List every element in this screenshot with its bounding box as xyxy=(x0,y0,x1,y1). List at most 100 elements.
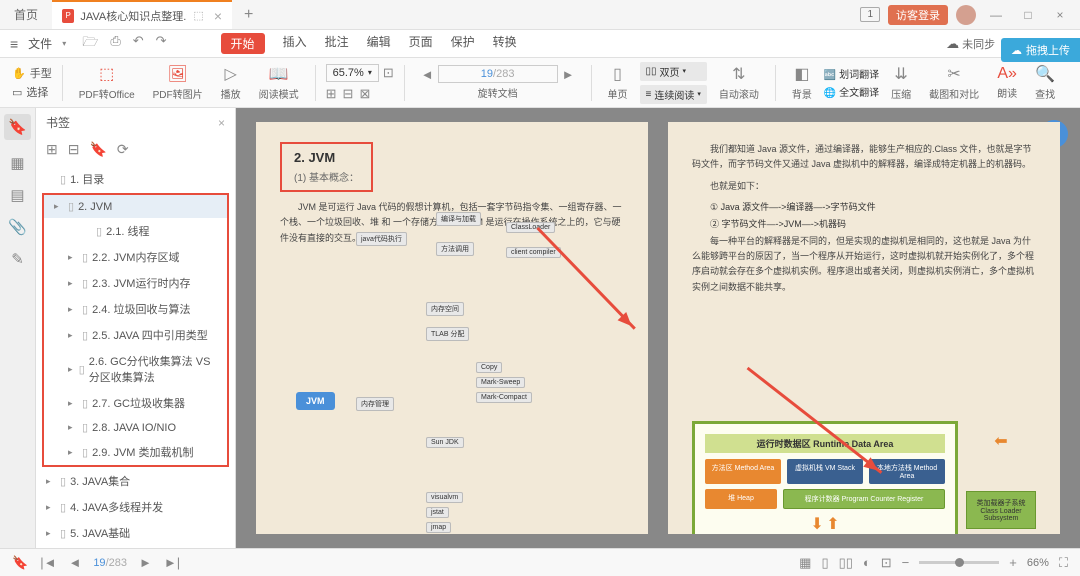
avatar[interactable] xyxy=(956,5,976,25)
tab-annotate[interactable]: 批注 xyxy=(325,33,349,54)
zoom-in[interactable]: + xyxy=(1009,555,1017,570)
bookmark-item[interactable]: ▯2.1. 线程 xyxy=(44,218,227,244)
sb-view-2[interactable]: ▯ xyxy=(821,555,828,571)
pdf-to-image[interactable]: 🖼PDF转图片 xyxy=(147,64,209,101)
bm-tool-4[interactable]: ⟳ xyxy=(117,141,129,158)
sb-bookmark[interactable]: 🔖 xyxy=(12,555,28,571)
sb-view-3[interactable]: ▯▯ xyxy=(839,555,853,571)
bookmark-icon[interactable]: 🔖 xyxy=(4,114,31,140)
play-button[interactable]: ▷播放 xyxy=(215,64,247,101)
tab-start[interactable]: 开始 xyxy=(221,33,265,54)
full-translate[interactable]: 🌐 全文翻译 xyxy=(824,84,879,99)
bookmark-item[interactable]: ▸▯4. JAVA多线程并发 xyxy=(36,494,235,520)
sb-prev[interactable]: ◄ xyxy=(68,555,81,570)
tab-count[interactable]: 1 xyxy=(860,7,880,22)
bookmark-item[interactable]: ▸▯2.3. JVM运行时内存 xyxy=(44,270,227,296)
bookmark-item[interactable]: ▸▯2.6. GC分代收集算法 VS 分区收集算法 xyxy=(44,348,227,390)
print-icon[interactable]: ⎙ xyxy=(110,33,120,55)
ribbon: ☁拖拽上传 ✋手型 ▭选择 ⬚PDF转Office 🖼PDF转图片 ▷播放 📖阅… xyxy=(0,58,1080,108)
crop-compare[interactable]: ✂截图和对比 xyxy=(923,64,985,101)
close-button[interactable]: × xyxy=(1048,8,1072,22)
fit-page-icon[interactable]: ⊠ xyxy=(359,86,370,102)
actual-size-icon[interactable]: ⊞ xyxy=(326,86,337,102)
bookmark-list: ▯1. 目录▸▯2. JVM▯2.1. 线程▸▯2.2. JVM内存区域▸▯2.… xyxy=(36,162,235,548)
bookmark-item[interactable]: ▸▯2.8. JAVA IO/NIO xyxy=(44,416,227,439)
tab-insert[interactable]: 插入 xyxy=(283,33,307,54)
thumbnail-icon[interactable]: ▦ xyxy=(10,154,24,172)
zoom-select[interactable]: 65.7%▾ xyxy=(326,64,379,82)
bookmark-item[interactable]: ▸▯6. Spring 原理 xyxy=(36,546,235,548)
tab-sync-icon[interactable]: ⬚ xyxy=(193,9,203,22)
paragraph: 每一种平台的解释器是不同的，但是实现的虚拟机是相同的，这也就是 Java 为什么… xyxy=(692,234,1036,295)
sub-heading: (1) 基本概念： xyxy=(294,169,359,184)
zoom-out[interactable]: − xyxy=(902,555,910,570)
select-tool[interactable]: ▭选择 xyxy=(12,84,52,100)
new-tab-button[interactable]: + xyxy=(232,6,265,24)
home-tab[interactable]: 首页 xyxy=(0,0,52,29)
sb-fullscreen[interactable]: ⛶ xyxy=(1059,555,1068,571)
main-area: 🔖 ▦ ▤ 📎 ✎ 书签 × ⊞ ⊟ 🔖 ⟳ ▯1. 目录 ▸▯2. JVM▯2.… xyxy=(0,108,1080,548)
sb-last[interactable]: ►| xyxy=(164,555,180,570)
bookmark-item[interactable]: ▸▯2.9. JVM 类加载机制 xyxy=(44,439,227,465)
bookmark-title: 书签 xyxy=(46,114,70,131)
bm-tool-2[interactable]: ⊟ xyxy=(68,141,80,158)
tab-title: JAVA核心知识点整理.pdf xyxy=(80,8,187,24)
pdf-to-office[interactable]: ⬚PDF转Office xyxy=(73,64,141,101)
bookmark-item[interactable]: ▸▯2. JVM xyxy=(44,195,227,218)
read-mode[interactable]: 📖阅读模式 xyxy=(253,64,305,101)
attachment-icon[interactable]: 📎 xyxy=(8,218,27,236)
unsync-label[interactable]: ☁ 未同步 xyxy=(946,36,995,52)
redo-icon[interactable]: ↷ xyxy=(156,33,167,55)
sb-view-4[interactable]: ◐ xyxy=(863,555,871,570)
word-translate[interactable]: 🔤 划词翻译 xyxy=(824,66,879,81)
minimize-button[interactable]: — xyxy=(984,8,1008,22)
sb-first[interactable]: |◄ xyxy=(40,555,56,570)
tab-protect[interactable]: 保护 xyxy=(451,33,475,54)
bm-tool-3[interactable]: 🔖 xyxy=(89,141,106,158)
document-tab[interactable]: P JAVA核心知识点整理.pdf ⬚ × xyxy=(52,0,232,29)
panel-close[interactable]: × xyxy=(218,116,225,130)
read-aloud[interactable]: A»朗读 xyxy=(991,65,1023,100)
zoom-value[interactable]: 66% xyxy=(1027,557,1049,569)
continuous-read[interactable]: ≡连续阅读▾ xyxy=(640,85,707,104)
sb-page[interactable]: 19/283 xyxy=(93,557,127,569)
sb-view-1[interactable]: ▦ xyxy=(799,555,811,571)
bookmark-item[interactable]: ▯1. 目录 xyxy=(36,166,235,192)
menu-icon[interactable]: ≡ xyxy=(10,36,18,52)
outline-icon[interactable]: ▤ xyxy=(10,186,24,204)
bookmark-item[interactable]: ▸▯2.7. GC垃圾收集器 xyxy=(44,390,227,416)
bookmark-item[interactable]: ▸▯2.5. JAVA 四中引用类型 xyxy=(44,322,227,348)
compress[interactable]: ⇊压缩 xyxy=(885,64,917,101)
maximize-button[interactable]: □ xyxy=(1016,8,1040,22)
bookmark-item[interactable]: ▸▯5. JAVA基础 xyxy=(36,520,235,546)
tab-page[interactable]: 页面 xyxy=(409,33,433,54)
fit-width-icon[interactable]: ⊟ xyxy=(343,86,354,102)
undo-icon[interactable]: ↶ xyxy=(133,33,144,55)
bookmark-item[interactable]: ▸▯3. JAVA集合 xyxy=(36,468,235,494)
signature-icon[interactable]: ✎ xyxy=(11,250,24,268)
hand-tool[interactable]: ✋手型 xyxy=(12,65,52,81)
bookmark-item[interactable]: ▸▯2.4. 垃圾回收与算法 xyxy=(44,296,227,322)
sb-next[interactable]: ► xyxy=(139,555,152,570)
file-menu[interactable]: 文件 xyxy=(28,35,52,52)
sb-fit[interactable]: ⊡ xyxy=(881,555,892,571)
document-viewport[interactable]: ☰ 2. JVM (1) 基本概念： JVM 是可运行 Java 代码的假想计算… xyxy=(236,108,1080,548)
rotate-doc[interactable]: ◄ 19/283 ► 旋转文档 xyxy=(415,65,581,100)
zoom-slider[interactable] xyxy=(919,561,999,564)
rt-loader: 类加载器子系统 Class Loader Subsystem xyxy=(966,491,1036,529)
find[interactable]: 🔍查找 xyxy=(1029,64,1061,101)
open-icon[interactable]: 🗁 xyxy=(82,33,98,55)
upload-badge[interactable]: ☁拖拽上传 xyxy=(1001,38,1080,62)
double-page[interactable]: ▯▯双页▾ xyxy=(640,62,707,81)
background[interactable]: ◧背景 xyxy=(786,64,818,101)
auto-scroll[interactable]: ⇅自动滚动 xyxy=(713,64,765,101)
tab-convert[interactable]: 转换 xyxy=(493,33,517,54)
zoom-fit-icon[interactable]: ⊡ xyxy=(383,65,394,81)
page-input[interactable]: 19/283 xyxy=(438,65,558,83)
tab-close[interactable]: × xyxy=(214,8,222,24)
guest-login-button[interactable]: 访客登录 xyxy=(888,5,948,25)
bm-tool-1[interactable]: ⊞ xyxy=(46,141,58,158)
tab-edit[interactable]: 编辑 xyxy=(367,33,391,54)
bookmark-item[interactable]: ▸▯2.2. JVM内存区域 xyxy=(44,244,227,270)
single-page[interactable]: ▯单页 xyxy=(602,64,634,101)
